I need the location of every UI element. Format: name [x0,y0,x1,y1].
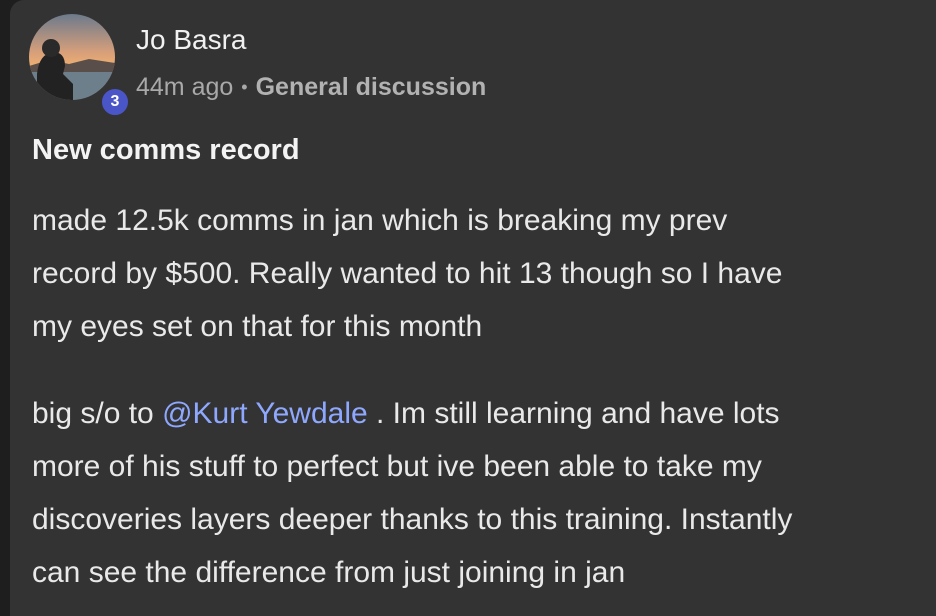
paragraph-line: discoveries layers deeper thanks to this… [32,503,793,536]
paragraph-line: my eyes set on that for this month [32,310,483,343]
paragraph-line: big s/o to @Kurt Yewdale . Im still lear… [32,387,927,440]
text-segment: big s/o to [32,397,163,430]
post-title: New comms record [32,134,300,166]
paragraph-line: can see the difference from just joining… [32,556,626,589]
category-link[interactable]: General discussion [256,73,487,102]
paragraph-line: made 12.5k comms in jan which is breakin… [32,204,728,237]
timestamp: 44m ago [136,73,234,101]
avatar[interactable]: 3 [29,14,131,118]
user-mention-link[interactable]: @Kurt Yewdale [162,397,368,430]
post-paragraph-1: made 12.5k comms in jan which is breakin… [32,194,927,353]
paragraph-line: record by $500. Really wanted to hit 13 … [32,257,783,290]
paragraph-line: more of his stuff to perfect but ive bee… [32,450,762,483]
post-card: 3 Jo Basra 44m ago • General discussion … [10,0,936,616]
author-name[interactable]: Jo Basra [136,24,247,56]
post-paragraph-2: big s/o to @Kurt Yewdale . Im still lear… [32,387,927,599]
separator-dot: • [241,77,248,97]
avatar-photo [29,14,115,100]
level-badge: 3 [99,86,131,118]
post-meta: 44m ago • General discussion [136,73,486,102]
text-segment: . Im still learning and have lots [367,397,780,430]
